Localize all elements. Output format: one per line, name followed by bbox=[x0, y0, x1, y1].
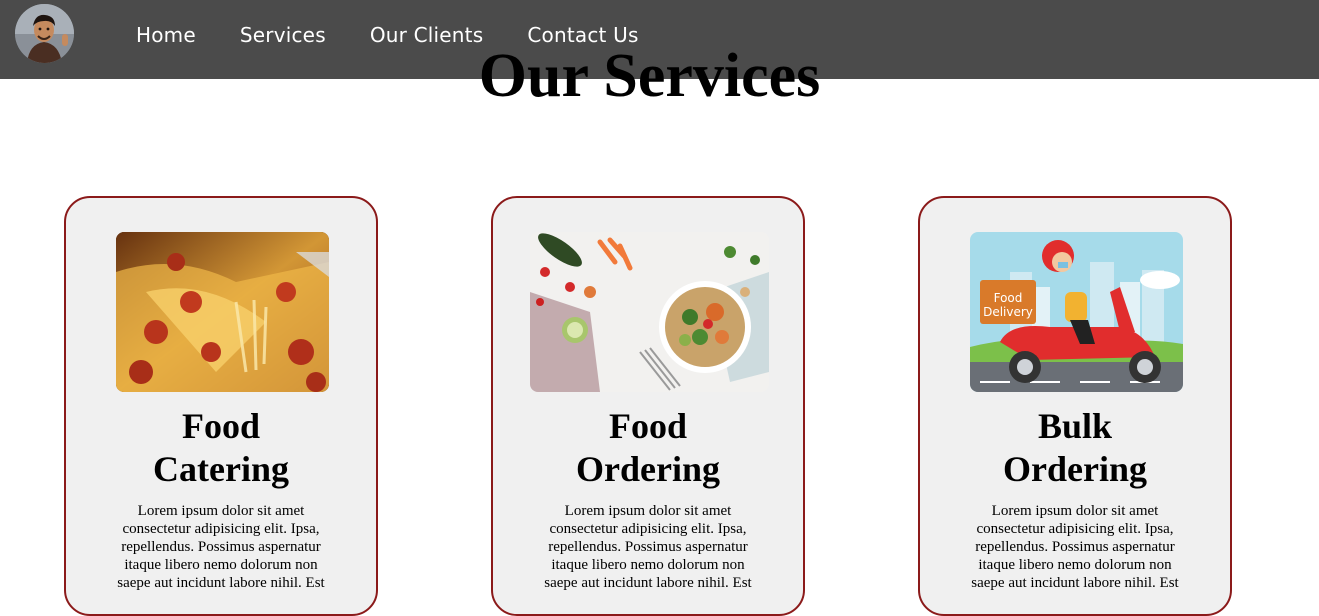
card-title: Bulk Ordering bbox=[920, 405, 1230, 491]
card-description: Lorem ipsum dolor sit amet consectetur a… bbox=[971, 503, 1179, 591]
salad-bowl-image bbox=[530, 232, 769, 392]
card-title: Food Catering bbox=[66, 405, 376, 491]
card-title-line1: Food bbox=[181, 406, 260, 446]
card-title-line1: Food bbox=[608, 406, 687, 446]
card-title-line2: Catering bbox=[153, 449, 289, 489]
card-title-line2: Ordering bbox=[1003, 449, 1147, 489]
page-title: Our Services bbox=[478, 42, 821, 110]
card-description: Lorem ipsum dolor sit amet consectetur a… bbox=[117, 503, 325, 591]
delivery-box-label-line1: Food bbox=[994, 291, 1023, 305]
service-card-food-catering: Food Catering Lorem ipsum dolor sit amet… bbox=[64, 196, 378, 616]
delivery-box-label-line2: Delivery bbox=[983, 305, 1033, 319]
card-title-line2: Ordering bbox=[576, 449, 720, 489]
pizza-image bbox=[116, 232, 329, 392]
card-title-line1: Bulk bbox=[1037, 406, 1113, 446]
card-title: Food Ordering bbox=[493, 405, 803, 491]
food-delivery-scooter-image: Food Delivery bbox=[970, 232, 1183, 392]
card-description: Lorem ipsum dolor sit amet consectetur a… bbox=[544, 503, 752, 591]
service-card-food-ordering: Food Ordering Lorem ipsum dolor sit amet… bbox=[491, 196, 805, 616]
service-card-bulk-ordering: Food Delivery Bulk Ordering Lorem ipsum … bbox=[918, 196, 1232, 616]
